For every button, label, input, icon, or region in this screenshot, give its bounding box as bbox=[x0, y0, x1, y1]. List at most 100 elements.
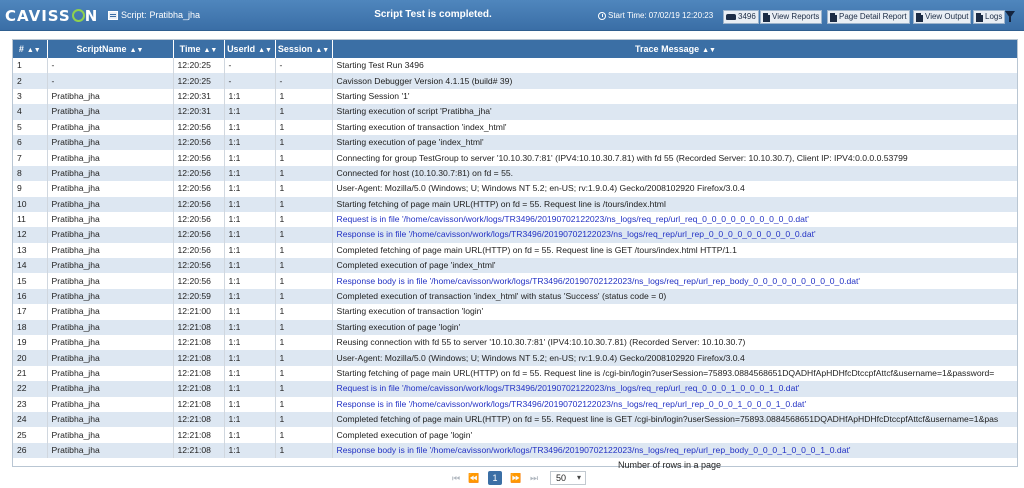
table-row[interactable]: 18 Pratibha_jha 12:21:08 1:1 1 Starting execu… bbox=[13, 319, 1017, 336]
table-row[interactable]: 14 Pratibha_jha 12:20:56 1:1 1 Completed exec… bbox=[13, 258, 1017, 274]
table-row[interactable]: 2-12:20:25- - Cavisson Debugger Version 4.… bbox=[13, 73, 1017, 89]
row-number-cell: 20 bbox=[13, 350, 48, 366]
script-name-cell: Pratibha_jha bbox=[47, 381, 174, 397]
column-header-userid[interactable]: UserId ▲▼ bbox=[224, 40, 276, 58]
current-page-button[interactable]: 1 bbox=[488, 471, 502, 485]
table-row[interactable]: 11 Pratibha_jha 12:20:56 1:1 1 Request is in … bbox=[13, 211, 1017, 228]
column-header-trace-message[interactable]: Trace Message ▲▼ bbox=[332, 40, 1017, 58]
script-name-cell: Pratibha_jha bbox=[47, 119, 174, 135]
first-page-icon[interactable]: ⏮ bbox=[450, 472, 462, 484]
trace-message-cell[interactable]: Request is in file '/home/cavisson/work/… bbox=[332, 381, 1017, 397]
next-page-icon[interactable]: ⏩ bbox=[510, 472, 522, 484]
table-row[interactable]: 13 Pratibha_jha 12:20:56 1:1 1 Completed fetc… bbox=[13, 242, 1017, 259]
user-id-cell: 1:1 bbox=[224, 442, 276, 459]
table-row[interactable]: 3 Pratibha_jha 12:20:31 1:1 1 Starting Sessio… bbox=[13, 88, 1017, 105]
table-row[interactable]: 12 Pratibha_jha 12:20:56 1:1 1 Response is in… bbox=[13, 227, 1017, 243]
table-row[interactable]: 9 Pratibha_jha 12:20:56 1:1 1 User-Agent: Moz… bbox=[13, 181, 1017, 197]
row-number-cell: 4 bbox=[13, 104, 48, 120]
trace-message-cell[interactable]: Request is in file '/home/cavisson/work/… bbox=[332, 211, 1017, 228]
column-header-time[interactable]: Time ▲▼ bbox=[173, 40, 225, 58]
user-id-cell: - bbox=[224, 73, 276, 89]
time-cell: 12:21:08 bbox=[173, 335, 225, 351]
trace-message-cell[interactable]: Response body is in file '/home/cavisson… bbox=[332, 442, 1017, 459]
filter-icon[interactable] bbox=[1005, 11, 1015, 22]
page-detail-report-button[interactable]: Page Detail Report bbox=[827, 10, 910, 24]
user-id-cell: 1:1 bbox=[224, 88, 276, 105]
column-header-scriptname[interactable]: ScriptName ▲▼ bbox=[47, 40, 174, 58]
time-cell: 12:20:25 bbox=[173, 73, 225, 89]
table-row[interactable]: 4 Pratibha_jha 12:20:31 1:1 1 Starting execut… bbox=[13, 104, 1017, 120]
table-row[interactable]: 24 Pratibha_jha 12:21:08 1:1 1 Completed fetc… bbox=[13, 411, 1017, 428]
trace-message-cell[interactable]: Response is in file '/home/cavisson/work… bbox=[332, 396, 1017, 412]
sort-icon: ▲▼ bbox=[26, 47, 41, 54]
trace-message-cell: Completed execution of page 'login' bbox=[332, 427, 1017, 443]
table-row[interactable]: 23 Pratibha_jha 12:21:08 1:1 1 Response is in… bbox=[13, 396, 1017, 412]
table-row[interactable]: 7 Pratibha_jha 12:20:56 1:1 1 Connecting for … bbox=[13, 150, 1017, 166]
view-reports-button[interactable]: View Reports bbox=[760, 10, 823, 24]
user-id-cell: 1:1 bbox=[224, 304, 276, 320]
table-row[interactable]: 8 Pratibha_jha 12:20:56 1:1 1 Connected for h… bbox=[13, 165, 1017, 182]
trace-message-cell: Starting Test Run 3496 bbox=[332, 58, 1017, 74]
user-id-cell: 1:1 bbox=[224, 165, 276, 182]
column-header-session[interactable]: Session ▲▼ bbox=[275, 40, 333, 58]
table-row[interactable]: 20 Pratibha_jha 12:21:08 1:1 1 User-Agent: Mo… bbox=[13, 350, 1017, 366]
last-page-icon[interactable]: ⏭ bbox=[528, 472, 540, 484]
trace-message-cell: Connecting for group TestGroup to server… bbox=[332, 150, 1017, 166]
time-cell: 12:21:08 bbox=[173, 396, 225, 412]
start-time-value: 07/02/19 12:20:23 bbox=[648, 11, 714, 20]
time-cell: 12:20:31 bbox=[173, 88, 225, 105]
trace-message-cell: Completed fetching of page main URL(HTTP… bbox=[332, 242, 1017, 259]
logs-label: Logs bbox=[985, 12, 1003, 21]
time-cell: 12:21:08 bbox=[173, 442, 225, 459]
row-number-cell: 18 bbox=[13, 319, 48, 336]
trace-message-cell[interactable]: Response body is in file '/home/cavisson… bbox=[332, 273, 1017, 289]
table-row[interactable]: 17 Pratibha_jha 12:21:00 1:1 1 Starting execu… bbox=[13, 304, 1017, 320]
session-cell: 1 bbox=[275, 181, 333, 197]
table-row[interactable]: 15 Pratibha_jha 12:20:56 1:1 1 Response body … bbox=[13, 273, 1017, 289]
row-number-cell: 13 bbox=[13, 242, 48, 259]
table-row[interactable]: 25 Pratibha_jha 12:21:08 1:1 1 Completed exec… bbox=[13, 427, 1017, 443]
session-cell: 1 bbox=[275, 288, 333, 305]
session-cell: 1 bbox=[275, 273, 333, 289]
table-row[interactable]: 5 Pratibha_jha 12:20:56 1:1 1 Starting execut… bbox=[13, 119, 1017, 135]
document-icon bbox=[830, 12, 837, 22]
column-header-number[interactable]: # ▲▼ bbox=[13, 40, 48, 58]
session-cell: 1 bbox=[275, 411, 333, 428]
table-row[interactable]: 21 Pratibha_jha 12:21:08 1:1 1 Starting fetch… bbox=[13, 365, 1017, 382]
script-name-cell: Pratibha_jha bbox=[47, 196, 174, 212]
user-id-cell: 1:1 bbox=[224, 288, 276, 305]
row-number-cell: 10 bbox=[13, 196, 48, 212]
test-run-number: 3496 bbox=[738, 12, 756, 21]
trace-message-cell: Starting execution of transaction 'login… bbox=[332, 304, 1017, 320]
prev-page-icon[interactable]: ⏪ bbox=[468, 472, 480, 484]
row-number-cell: 14 bbox=[13, 258, 48, 274]
user-id-cell: 1:1 bbox=[224, 227, 276, 243]
trace-message-cell: Starting Session '1' bbox=[332, 88, 1017, 105]
time-cell: 12:20:56 bbox=[173, 165, 225, 182]
user-id-cell: - bbox=[224, 58, 276, 74]
car-icon bbox=[726, 14, 736, 20]
table-body: 1-12:20:25- - Starting Test Run 3496 2-12:2… bbox=[13, 58, 1017, 459]
test-run-button[interactable]: 3496 bbox=[723, 10, 759, 24]
table-row[interactable]: 19 Pratibha_jha 12:21:08 1:1 1 Reusing connec… bbox=[13, 335, 1017, 351]
time-cell: 12:20:56 bbox=[173, 258, 225, 274]
table-row[interactable]: 1-12:20:25- - Starting Test Run 3496 bbox=[13, 58, 1017, 74]
row-number-cell: 9 bbox=[13, 181, 48, 197]
table-row[interactable]: 16 Pratibha_jha 12:20:59 1:1 1 Completed exec… bbox=[13, 288, 1017, 305]
session-cell: 1 bbox=[275, 227, 333, 243]
row-number-cell: 22 bbox=[13, 381, 48, 397]
view-output-button[interactable]: View Output bbox=[913, 10, 972, 24]
table-row[interactable]: 10 Pratibha_jha 12:20:56 1:1 1 Starting fetch… bbox=[13, 196, 1017, 212]
time-cell: 12:20:59 bbox=[173, 288, 225, 305]
table-row[interactable]: 22 Pratibha_jha 12:21:08 1:1 1 Request is in … bbox=[13, 381, 1017, 397]
session-cell: 1 bbox=[275, 365, 333, 382]
table-row[interactable]: 6 Pratibha_jha 12:20:56 1:1 1 Starting execut… bbox=[13, 134, 1017, 151]
table-row[interactable]: 26 Pratibha_jha 12:21:08 1:1 1 Response body … bbox=[13, 442, 1017, 459]
trace-message-cell: Starting fetching of page main URL(HTTP)… bbox=[332, 365, 1017, 382]
logs-button[interactable]: Logs bbox=[973, 10, 1006, 24]
trace-message-cell[interactable]: Response is in file '/home/cavisson/work… bbox=[332, 227, 1017, 243]
user-id-cell: 1:1 bbox=[224, 319, 276, 336]
document-icon bbox=[976, 12, 983, 22]
session-cell: 1 bbox=[275, 211, 333, 228]
rows-per-page-select[interactable]: 50 bbox=[550, 471, 586, 485]
